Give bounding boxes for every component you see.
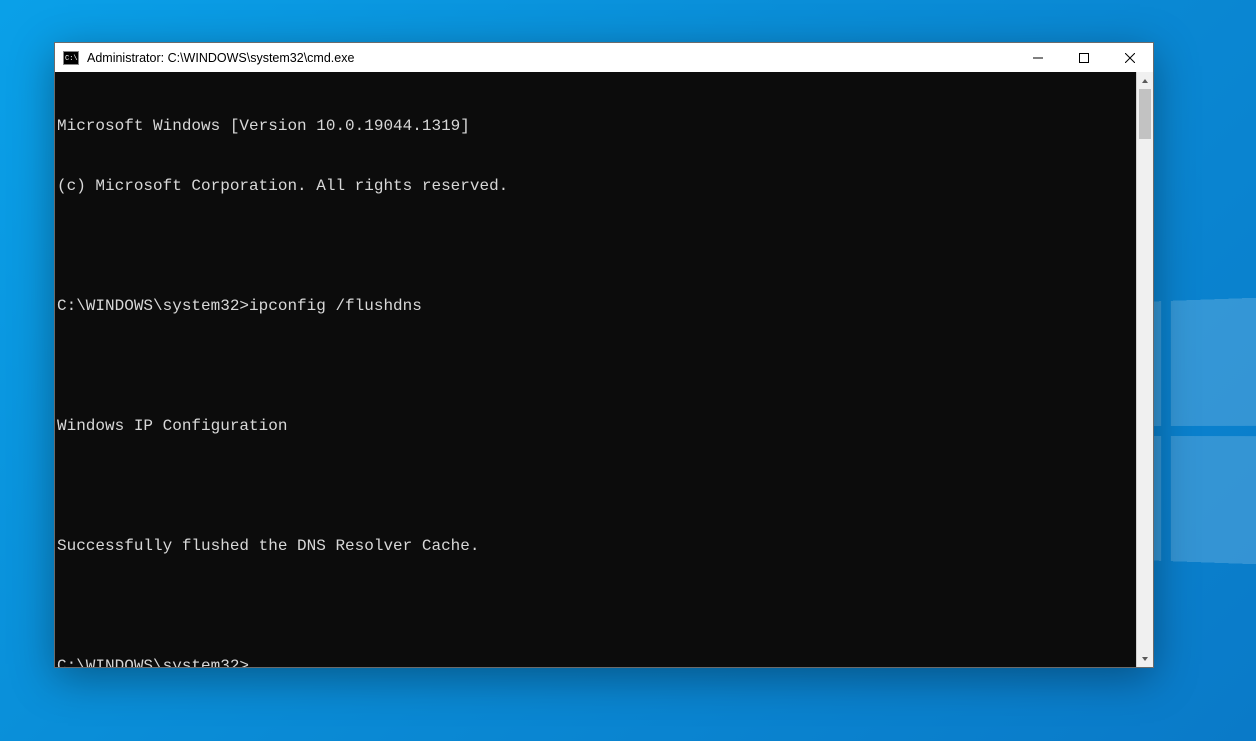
terminal-line: [57, 236, 1134, 256]
scroll-down-button[interactable]: [1137, 650, 1153, 667]
terminal-line: C:\WINDOWS\system32>ipconfig /flushdns: [57, 296, 1134, 316]
terminal-prompt-line: C:\WINDOWS\system32>: [57, 656, 1134, 667]
cmd-window: C:\ Administrator: C:\WINDOWS\system32\c…: [54, 42, 1154, 668]
client-area: Microsoft Windows [Version 10.0.19044.13…: [55, 72, 1153, 667]
minimize-button[interactable]: [1015, 43, 1061, 72]
titlebar[interactable]: C:\ Administrator: C:\WINDOWS\system32\c…: [55, 43, 1153, 72]
scroll-thumb[interactable]: [1139, 89, 1151, 139]
terminal-line: Windows IP Configuration: [57, 416, 1134, 436]
window-title: Administrator: C:\WINDOWS\system32\cmd.e…: [87, 51, 1015, 65]
terminal-line: Microsoft Windows [Version 10.0.19044.13…: [57, 116, 1134, 136]
window-controls: [1015, 43, 1153, 72]
terminal-line: Successfully flushed the DNS Resolver Ca…: [57, 536, 1134, 556]
terminal-output[interactable]: Microsoft Windows [Version 10.0.19044.13…: [55, 72, 1136, 667]
vertical-scrollbar[interactable]: [1136, 72, 1153, 667]
close-button[interactable]: [1107, 43, 1153, 72]
terminal-line: [57, 356, 1134, 376]
cmd-icon: C:\: [63, 50, 79, 66]
svg-text:C:\: C:\: [65, 55, 78, 63]
terminal-prompt: C:\WINDOWS\system32>: [57, 657, 249, 667]
scroll-track[interactable]: [1137, 89, 1153, 650]
terminal-line: [57, 476, 1134, 496]
terminal-line: (c) Microsoft Corporation. All rights re…: [57, 176, 1134, 196]
scroll-up-button[interactable]: [1137, 72, 1153, 89]
terminal-line: [57, 596, 1134, 616]
maximize-button[interactable]: [1061, 43, 1107, 72]
